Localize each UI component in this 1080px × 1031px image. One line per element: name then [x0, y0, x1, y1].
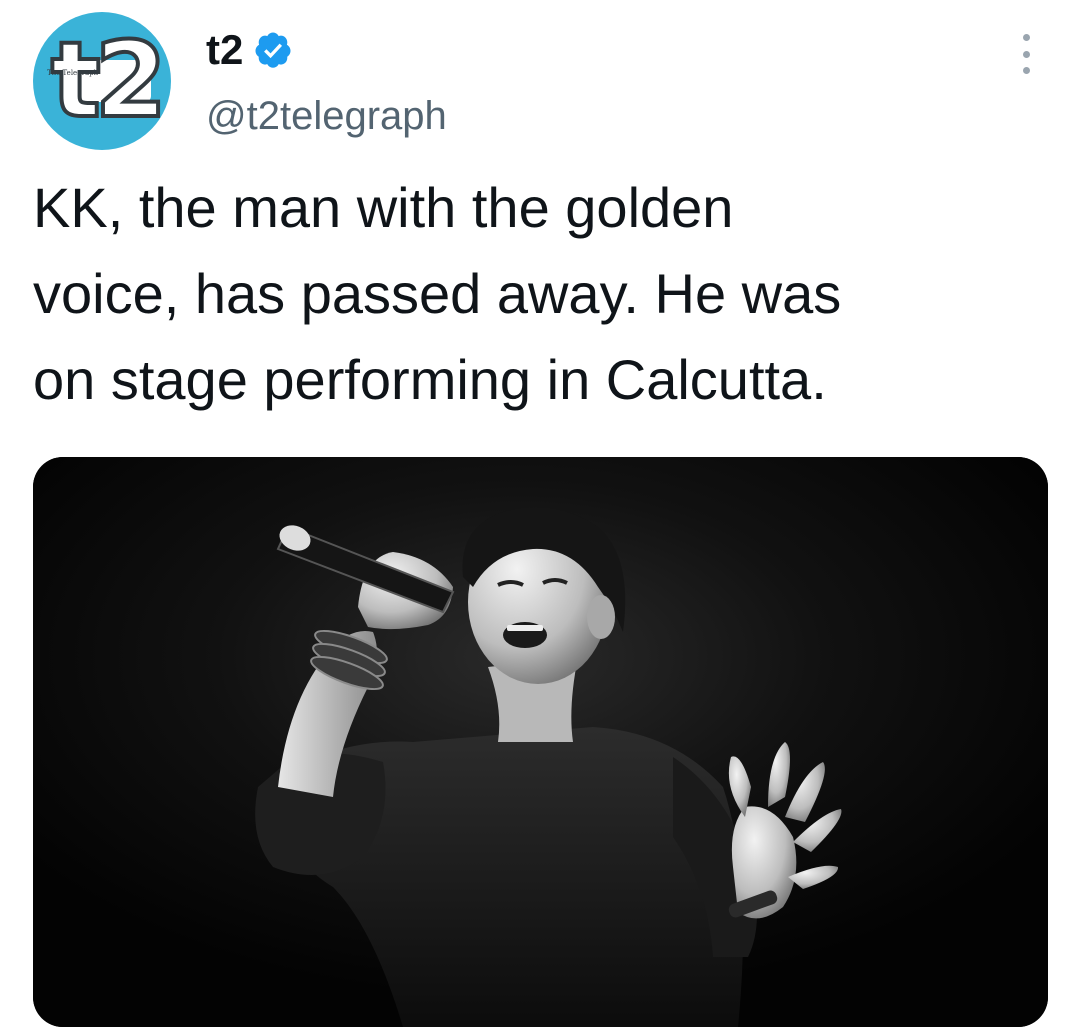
more-dot	[1022, 50, 1030, 58]
tweet-photo[interactable]	[33, 457, 1048, 1027]
display-name[interactable]: t2	[206, 26, 243, 74]
photo-black-and-white-singer-icon	[33, 457, 1048, 1027]
avatar[interactable]: t2 The Telegraph	[33, 12, 171, 150]
avatar-logo-mark: t2	[49, 18, 169, 142]
more-options-icon[interactable]	[1014, 34, 1038, 74]
more-dot	[1022, 67, 1030, 74]
author-handle[interactable]: @t2telegraph	[206, 92, 447, 140]
author-name-row: t2	[206, 26, 293, 74]
more-dot	[1022, 34, 1030, 41]
avatar-logo-small-text: The Telegraph	[47, 69, 99, 77]
verified-badge-icon	[253, 30, 293, 70]
tweet-text: KK, the man with the golden voice, has p…	[33, 176, 842, 411]
